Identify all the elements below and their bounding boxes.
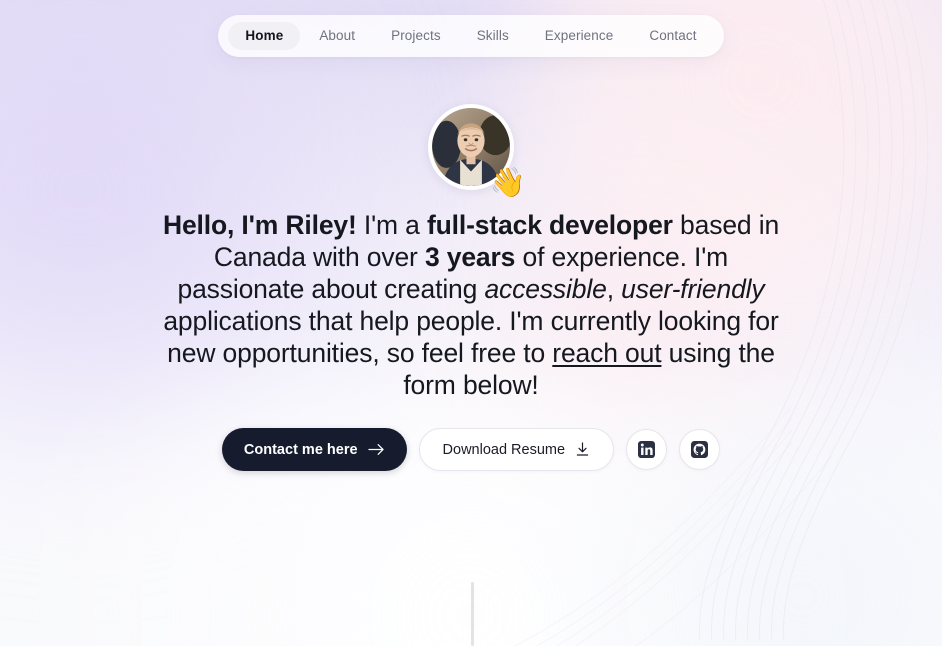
hero-intro-1: I'm a bbox=[356, 210, 427, 240]
hero-adjective-user-friendly: user-friendly bbox=[621, 274, 765, 304]
avatar-wrapper: 👋 bbox=[428, 104, 526, 198]
hero-adjective-accessible: accessible bbox=[484, 274, 607, 304]
hero-years: 3 years bbox=[424, 242, 516, 272]
nav-item-skills[interactable]: Skills bbox=[460, 22, 526, 50]
github-button[interactable] bbox=[679, 429, 721, 470]
waving-hand-icon: 👋 bbox=[489, 167, 526, 199]
primary-navigation: Home About Projects Skills Experience Co… bbox=[0, 15, 942, 57]
download-resume-label: Download Resume bbox=[442, 441, 566, 458]
nav-pill: Home About Projects Skills Experience Co… bbox=[218, 15, 724, 57]
arrow-right-icon bbox=[367, 444, 384, 455]
download-resume-button[interactable]: Download Resume bbox=[418, 428, 615, 471]
contact-me-label: Contact me here bbox=[243, 441, 358, 458]
hero-section: 👋 Hello, I'm Riley! I'm a full-stack dev… bbox=[0, 104, 942, 471]
nav-item-home[interactable]: Home bbox=[228, 22, 301, 50]
linkedin-icon bbox=[638, 441, 656, 458]
github-icon bbox=[691, 441, 709, 458]
hero-headline: Hello, I'm Riley! I'm a full-stack devel… bbox=[161, 209, 781, 401]
nav-item-experience[interactable]: Experience bbox=[528, 22, 631, 50]
download-icon bbox=[576, 442, 589, 456]
linkedin-button[interactable] bbox=[626, 429, 668, 470]
nav-item-projects[interactable]: Projects bbox=[374, 22, 458, 50]
cta-button-row: Contact me here Download Resume bbox=[221, 428, 721, 471]
nav-item-about[interactable]: About bbox=[302, 22, 372, 50]
contact-me-button[interactable]: Contact me here bbox=[221, 428, 407, 471]
nav-item-contact[interactable]: Contact bbox=[632, 22, 713, 50]
hero-role: full-stack developer bbox=[426, 210, 673, 240]
reach-out-link[interactable]: reach out bbox=[552, 338, 661, 368]
hero-greeting: Hello, I'm Riley! bbox=[162, 210, 357, 240]
section-divider bbox=[471, 582, 474, 646]
hero-comma: , bbox=[606, 274, 622, 304]
